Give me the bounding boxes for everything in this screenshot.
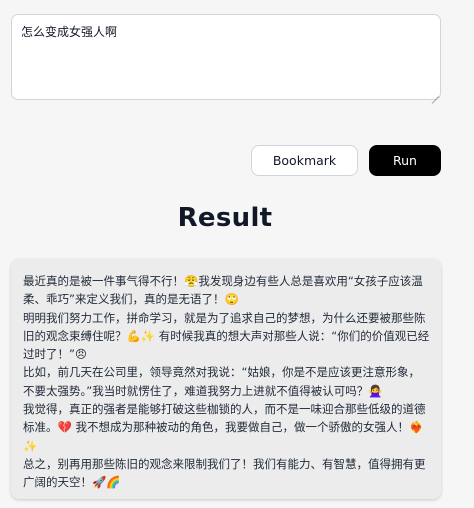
resize-handle[interactable] — [431, 90, 439, 98]
result-line: 最近真的是被一件事气得不行！😤我发现身边有些人总是喜欢用“女孩子应该温柔、乖巧”… — [23, 274, 423, 307]
result-line: 总之，别再用那些陈旧的观念来限制我们了！我们有能力、有智慧，值得拥有更广阔的天空… — [23, 456, 426, 490]
result-line: 明明我们努力工作，拼命学习，就是为了追求自己的梦想，为什么还要被那些陈旧的观念束… — [23, 310, 430, 362]
page: 怎么变成女强人啊 Bookmark Run Result 最近真的是被一件事气得… — [0, 0, 474, 508]
run-button[interactable]: Run — [369, 145, 441, 176]
prompt-input[interactable]: 怎么变成女强人啊 — [11, 14, 441, 100]
bookmark-button[interactable]: Bookmark — [251, 145, 358, 176]
result-title: Result — [177, 203, 273, 233]
result-line: 我觉得，真正的强者是能够打破这些枷锁的人，而不是一味迎合那些低级的道德标准。💔 … — [23, 402, 426, 453]
result-card: 最近真的是被一件事气得不行！😤我发现身边有些人总是喜欢用“女孩子应该温柔、乖巧”… — [11, 259, 441, 499]
result-line: 比如，前几天在公司里，领导竟然对我说：“姑娘，你是不是应该更注意形象，不要太强势… — [23, 365, 420, 398]
